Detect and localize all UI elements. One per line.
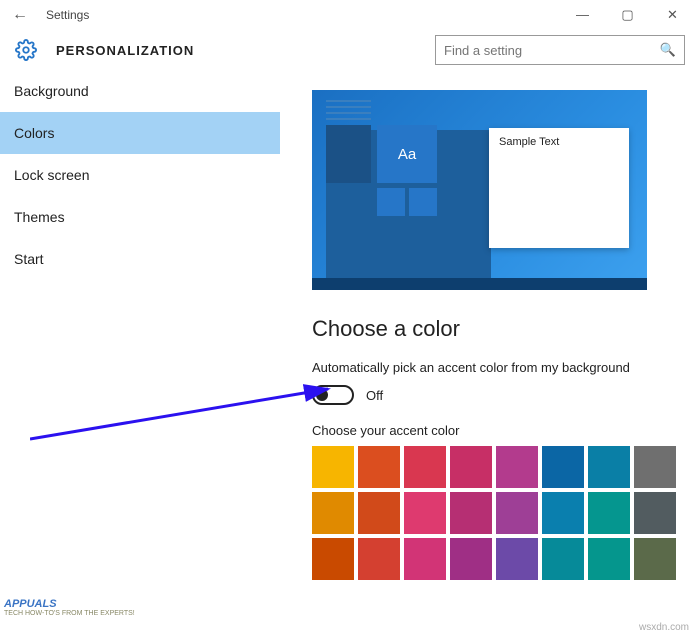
- color-swatch-6[interactable]: [588, 446, 630, 488]
- color-swatch-12[interactable]: [496, 492, 538, 534]
- preview-tile-side: [326, 125, 371, 183]
- color-swatch-18[interactable]: [404, 538, 446, 580]
- content: Aa Sample Text Choose a color Automatica…: [280, 70, 695, 637]
- section-title: Choose a color: [312, 316, 677, 342]
- color-swatch-10[interactable]: [404, 492, 446, 534]
- close-button[interactable]: ✕: [650, 0, 695, 30]
- color-swatch-21[interactable]: [542, 538, 584, 580]
- color-swatch-17[interactable]: [358, 538, 400, 580]
- toggle-state-label: Off: [366, 388, 383, 403]
- color-swatch-15[interactable]: [634, 492, 676, 534]
- color-swatch-11[interactable]: [450, 492, 492, 534]
- toggle-knob: [316, 389, 328, 401]
- color-swatch-2[interactable]: [404, 446, 446, 488]
- search-box[interactable]: 🔍: [435, 35, 685, 65]
- search-input[interactable]: [444, 43, 660, 58]
- preview-menu-lines: [326, 100, 371, 124]
- preview-taskbar: [312, 278, 647, 290]
- minimize-button[interactable]: —: [560, 0, 605, 30]
- color-swatch-3[interactable]: [450, 446, 492, 488]
- color-swatch-4[interactable]: [496, 446, 538, 488]
- color-swatch-23[interactable]: [634, 538, 676, 580]
- color-swatch-7[interactable]: [634, 446, 676, 488]
- preview-tile-small-b: [409, 188, 437, 216]
- color-swatch-8[interactable]: [312, 492, 354, 534]
- header: PERSONALIZATION 🔍: [0, 30, 695, 70]
- main: Background Colors Lock screen Themes Sta…: [0, 70, 695, 637]
- preview-tile-small-a: [377, 188, 405, 216]
- auto-pick-toggle[interactable]: [312, 385, 354, 405]
- preview-sample-window: Sample Text: [489, 128, 629, 248]
- maximize-button[interactable]: ▢: [605, 0, 650, 30]
- sidebar-item-background[interactable]: Background: [0, 70, 280, 112]
- accent-color-label: Choose your accent color: [312, 423, 677, 438]
- appuals-logo: APPUALS TECH HOW-TO'S FROM THE EXPERTS!: [4, 598, 135, 617]
- preview-tile: Aa Sample Text: [312, 90, 647, 290]
- watermark: wsxdn.com: [639, 622, 689, 633]
- page-title: PERSONALIZATION: [56, 43, 435, 58]
- color-swatch-20[interactable]: [496, 538, 538, 580]
- sidebar-item-lock-screen[interactable]: Lock screen: [0, 154, 280, 196]
- color-swatch-0[interactable]: [312, 446, 354, 488]
- back-button[interactable]: ←: [0, 0, 40, 30]
- color-swatch-9[interactable]: [358, 492, 400, 534]
- gear-icon: [14, 38, 38, 62]
- titlebar: ← Settings — ▢ ✕: [0, 0, 695, 30]
- color-swatch-22[interactable]: [588, 538, 630, 580]
- color-swatch-14[interactable]: [588, 492, 630, 534]
- preview-tile-big: Aa: [377, 125, 437, 183]
- color-swatch-1[interactable]: [358, 446, 400, 488]
- auto-pick-toggle-row: Off: [312, 385, 677, 405]
- color-swatch-19[interactable]: [450, 538, 492, 580]
- sidebar-item-start[interactable]: Start: [0, 238, 280, 280]
- sidebar: Background Colors Lock screen Themes Sta…: [0, 70, 280, 637]
- auto-pick-label: Automatically pick an accent color from …: [312, 360, 677, 375]
- window-title: Settings: [40, 8, 560, 22]
- sidebar-item-themes[interactable]: Themes: [0, 196, 280, 238]
- search-icon: 🔍: [660, 42, 676, 58]
- color-swatch-13[interactable]: [542, 492, 584, 534]
- sidebar-item-colors[interactable]: Colors: [0, 112, 280, 154]
- accent-color-palette: [312, 446, 677, 580]
- color-swatch-5[interactable]: [542, 446, 584, 488]
- color-swatch-16[interactable]: [312, 538, 354, 580]
